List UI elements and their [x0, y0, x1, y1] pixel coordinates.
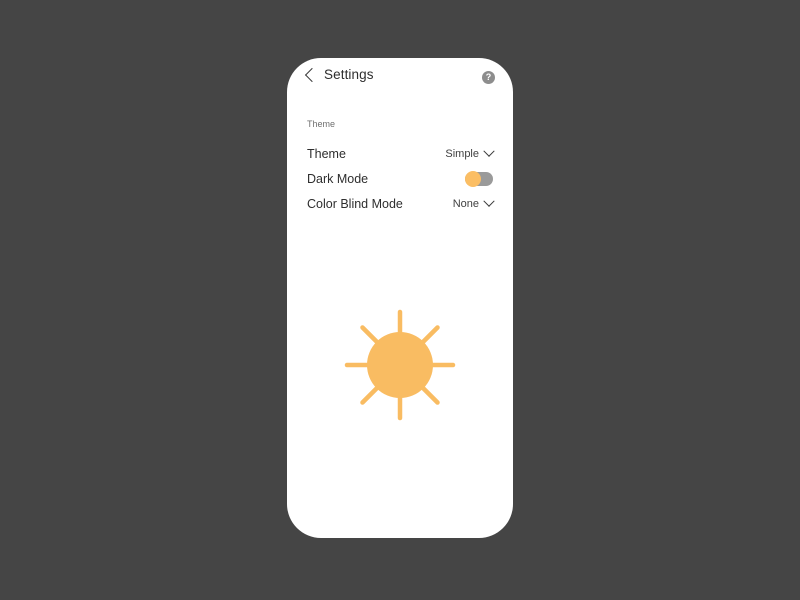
- phone-device-frame: Settings ? Theme Theme Simple Dark Mode: [287, 58, 513, 538]
- theme-select-value: Simple: [445, 147, 479, 160]
- settings-row-control: None: [452, 195, 495, 210]
- screenshot-root: Settings ? Theme Theme Simple Dark Mode: [0, 0, 800, 600]
- chevron-left-icon: [304, 67, 320, 82]
- settings-list: Theme Theme Simple Dark Mode Color Blind…: [287, 120, 513, 216]
- toggle-knob: [465, 170, 481, 187]
- chevron-down-icon: [483, 145, 495, 157]
- app-header: Settings ?: [287, 58, 513, 106]
- settings-row-label: Theme: [307, 146, 346, 161]
- help-question-icon[interactable]: ?: [482, 71, 495, 84]
- settings-row-control: Simple: [445, 145, 495, 160]
- settings-row-label: Color Blind Mode: [307, 196, 403, 211]
- theme-select[interactable]: Simple: [445, 145, 495, 160]
- chevron-down-icon: [483, 195, 495, 207]
- settings-row-label: Dark Mode: [307, 171, 369, 186]
- color-blind-mode-select[interactable]: None: [452, 195, 495, 210]
- dark-mode-toggle[interactable]: [465, 170, 493, 187]
- theme-preview-illustration: [287, 290, 513, 440]
- settings-row-theme[interactable]: Theme Simple: [287, 141, 513, 166]
- back-button[interactable]: Settings: [304, 67, 374, 82]
- color-blind-mode-select-value: None: [452, 197, 479, 210]
- settings-row-color-blind-mode[interactable]: Color Blind Mode None: [287, 191, 513, 216]
- settings-row-control: [465, 170, 493, 187]
- section-header-theme: Theme: [307, 119, 336, 129]
- page-title: Settings: [324, 67, 374, 82]
- settings-row-dark-mode[interactable]: Dark Mode: [287, 166, 513, 191]
- sun-icon: [344, 309, 456, 421]
